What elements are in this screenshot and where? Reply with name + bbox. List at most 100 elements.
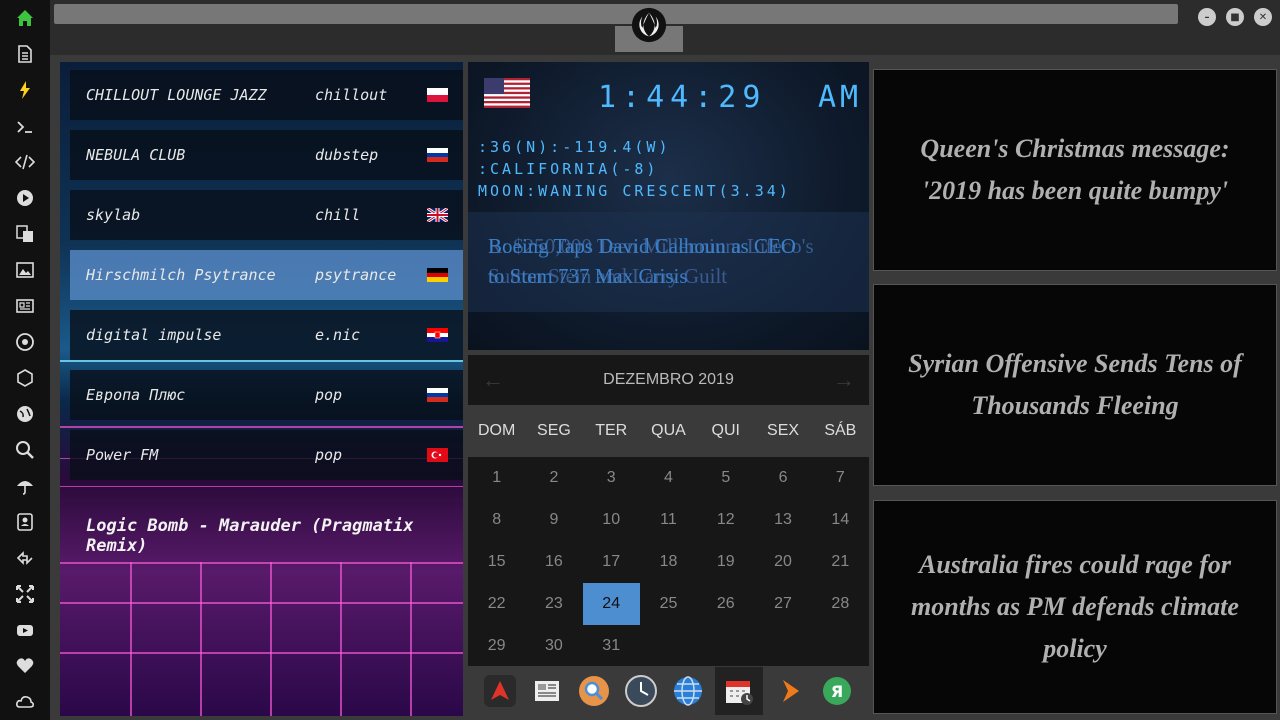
calendar-next-button[interactable]: →: [833, 367, 855, 393]
browser-globe-icon[interactable]: [668, 671, 708, 711]
hexagon-icon[interactable]: [11, 364, 39, 392]
maximize-button[interactable]: ■: [1226, 8, 1244, 26]
calendar-day[interactable]: 13: [754, 499, 811, 541]
calendar-week-row: 29 30 31: [468, 625, 869, 667]
image-icon[interactable]: [11, 256, 39, 284]
weekday-label: TER: [595, 422, 628, 439]
headline-card[interactable]: Queen's Christmas message: '2019 has bee…: [873, 69, 1277, 271]
home-icon[interactable]: [11, 4, 39, 32]
grid-line: [60, 426, 463, 428]
calendar-day[interactable]: 29: [468, 625, 525, 667]
calendar-grid: 1 2 3 4 5 6 7 8 9 10 11 12 13 14 15 16 1…: [468, 457, 869, 667]
calendar-day[interactable]: 7: [812, 457, 869, 499]
world-clock-panel: 1:44:29 AM :36(N):-119.4(W) :CALIFORNIA(…: [468, 62, 869, 350]
lightning-icon[interactable]: [11, 76, 39, 104]
calendar-day[interactable]: 10: [583, 499, 640, 541]
search-icon[interactable]: [11, 436, 39, 464]
calendar-app-icon[interactable]: [715, 667, 764, 715]
calendar-day-today[interactable]: 24: [582, 583, 640, 625]
calendar-day[interactable]: 5: [697, 457, 754, 499]
calendar-day[interactable]: 8: [468, 499, 525, 541]
terminal-icon[interactable]: [11, 113, 39, 141]
calendar-day[interactable]: 2: [525, 457, 582, 499]
grid-line: [340, 562, 342, 716]
grid-line: [130, 562, 132, 716]
station-item[interactable]: skylab chill: [70, 190, 463, 240]
calendar-day[interactable]: 25: [640, 583, 697, 625]
headline-card[interactable]: Syrian Offensive Sends Tens of Thousands…: [873, 284, 1277, 486]
station-item[interactable]: NEBULA CLUB dubstep: [70, 130, 463, 180]
play-icon[interactable]: [11, 184, 39, 212]
weekday-label: DOM: [477, 422, 516, 439]
news-icon[interactable]: [11, 292, 39, 320]
contacts-icon[interactable]: [11, 508, 39, 536]
search-app-icon[interactable]: [574, 671, 614, 711]
calendar-day[interactable]: 31: [583, 625, 640, 667]
weekday-label: SÁB: [824, 422, 857, 439]
globe-icon[interactable]: [11, 400, 39, 428]
calendar-week-row: 1 2 3 4 5 6 7: [468, 457, 869, 499]
calendar-day[interactable]: 19: [697, 541, 754, 583]
calendar-day[interactable]: 4: [640, 457, 697, 499]
app-sidebar: [0, 0, 50, 720]
news-ticker[interactable]: R: $250,000 Teen Millennium Lifeco's Boe…: [468, 212, 869, 312]
archlinux-icon[interactable]: [480, 671, 520, 711]
news-reader-icon[interactable]: [527, 671, 567, 711]
calendar-day[interactable]: 23: [525, 583, 582, 625]
flag-usa-icon: [484, 78, 530, 108]
calendar-day[interactable]: 30: [525, 625, 582, 667]
expand-icon[interactable]: [11, 580, 39, 608]
rebel-alliance-icon[interactable]: [630, 6, 668, 44]
calendar-day[interactable]: 22: [468, 583, 525, 625]
close-button[interactable]: ✕: [1254, 8, 1272, 26]
station-genre: pop: [315, 386, 343, 404]
code-icon[interactable]: [11, 148, 39, 176]
calendar-day[interactable]: 9: [525, 499, 582, 541]
clock-app-icon[interactable]: [621, 671, 661, 711]
cloud-icon[interactable]: [11, 688, 39, 716]
calendar-day[interactable]: 27: [754, 583, 811, 625]
calendar-day[interactable]: 21: [812, 541, 869, 583]
flag-russia-icon: [427, 388, 448, 402]
station-item-selected[interactable]: Hirschmilch Psytrance psytrance: [70, 250, 463, 300]
grid-line: [60, 562, 463, 564]
station-name: digital impulse: [86, 326, 222, 344]
calendar-day[interactable]: 17: [583, 541, 640, 583]
title-bar-track[interactable]: [54, 4, 1178, 24]
calendar-day[interactable]: 26: [697, 583, 754, 625]
headline-card[interactable]: Australia fires could rage for months as…: [873, 500, 1277, 714]
headline-text: Syrian Offensive Sends Tens of Thousands…: [908, 349, 1242, 420]
document-icon[interactable]: [11, 40, 39, 68]
calendar-day[interactable]: 11: [640, 499, 697, 541]
minimize-button[interactable]: –: [1198, 8, 1216, 26]
station-name: CHILLOUT LOUNGE JAZZ: [86, 86, 267, 104]
station-item[interactable]: Европа Плюс pop: [70, 370, 463, 420]
calendar-prev-button[interactable]: ←: [482, 367, 504, 393]
empire-icon[interactable]: [11, 328, 39, 356]
station-genre: chill: [315, 206, 361, 224]
station-item[interactable]: digital impulse e.nic: [70, 310, 463, 360]
youtube-icon[interactable]: [11, 616, 39, 644]
calendar-day[interactable]: 16: [525, 541, 582, 583]
radio-panel: CHILLOUT LOUNGE JAZZ chillout NEBULA CLU…: [60, 62, 463, 716]
station-item[interactable]: Power FM pop: [70, 430, 463, 480]
calendar-day[interactable]: 14: [812, 499, 869, 541]
calendar-day[interactable]: 18: [640, 541, 697, 583]
yandex-icon[interactable]: Я: [817, 671, 857, 711]
transfer-icon[interactable]: [11, 544, 39, 572]
station-item[interactable]: CHILLOUT LOUNGE JAZZ chillout: [70, 70, 463, 120]
calendar-day[interactable]: 12: [697, 499, 754, 541]
app-dock: Я: [468, 666, 869, 716]
translate-icon[interactable]: [11, 220, 39, 248]
calendar-day[interactable]: 1: [468, 457, 525, 499]
calendar-day[interactable]: 15: [468, 541, 525, 583]
calendar-day[interactable]: 3: [583, 457, 640, 499]
calendar-day[interactable]: 28: [812, 583, 869, 625]
clock-coordinates: :36(N):-119.4(W): [478, 138, 671, 156]
heart-icon[interactable]: [11, 652, 39, 680]
umbrella-icon[interactable]: [11, 472, 39, 500]
clock-region: :CALIFORNIA(-8): [478, 160, 659, 178]
calendar-day[interactable]: 20: [754, 541, 811, 583]
calendar-day[interactable]: 6: [754, 457, 811, 499]
arrow-app-icon[interactable]: [770, 671, 810, 711]
